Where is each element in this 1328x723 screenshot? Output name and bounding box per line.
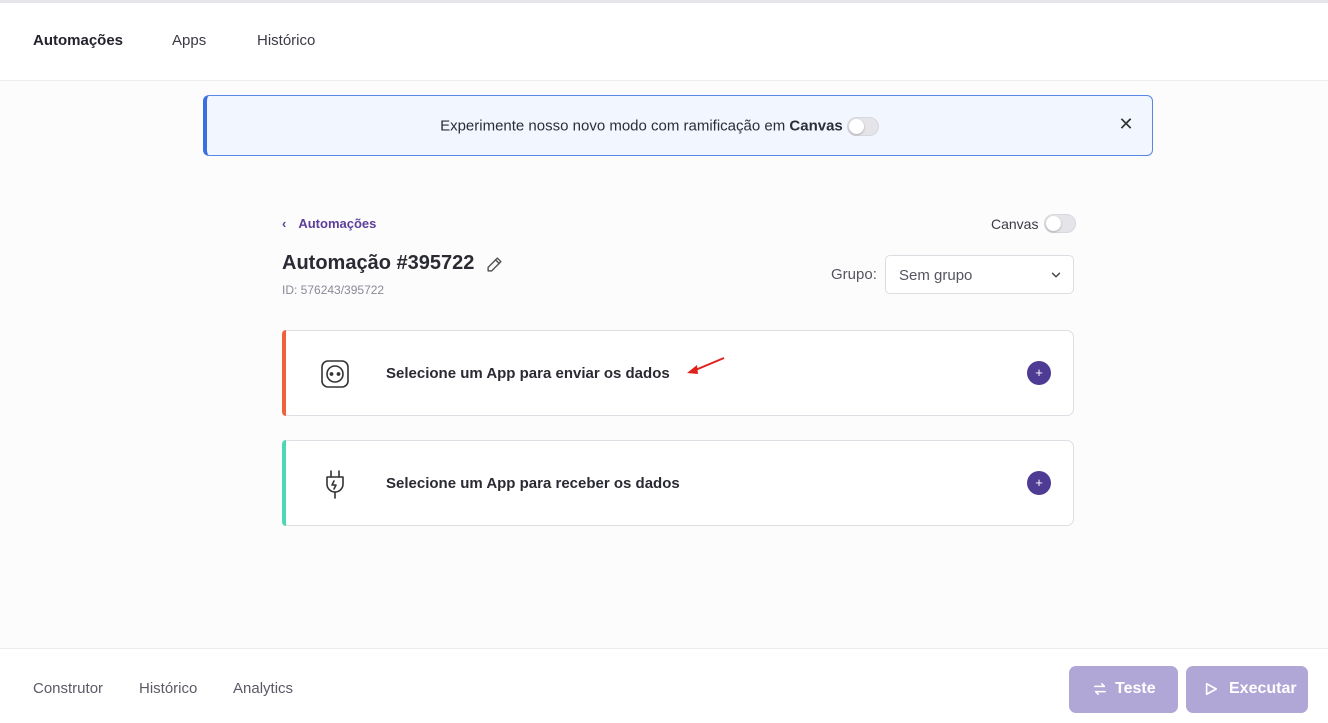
chevron-left-icon: ‹ xyxy=(282,216,287,231)
back-link[interactable]: ‹ Automações xyxy=(282,216,376,231)
canvas-promo-banner: Experimente nosso novo modo com ramifica… xyxy=(203,95,1153,156)
nav-tab-historico[interactable]: Histórico xyxy=(257,32,315,49)
add-trigger-button[interactable]: + xyxy=(1027,361,1051,385)
banner-highlight: Canvas xyxy=(789,117,843,135)
footer-tab-analytics[interactable]: Analytics xyxy=(233,680,293,697)
step-accent-bar xyxy=(282,330,286,416)
page-title: Automação #395722 xyxy=(282,252,475,274)
canvas-mode-switch: Canvas xyxy=(991,214,1077,233)
nav-tab-automacoes[interactable]: Automações xyxy=(33,32,123,49)
automation-id: ID: 576243/395722 xyxy=(282,283,385,297)
footer-tab-historico[interactable]: Histórico xyxy=(139,680,197,697)
banner-text: Experimente nosso novo modo com ramifica… xyxy=(440,117,786,135)
toggle-knob xyxy=(848,119,864,134)
socket-icon xyxy=(321,360,349,388)
close-icon[interactable]: ✕ xyxy=(1115,113,1137,135)
step-accent-bar xyxy=(282,440,286,526)
annotation-arrow-icon xyxy=(687,357,725,374)
back-link-label: Automações xyxy=(298,216,377,231)
swap-icon xyxy=(1093,682,1107,696)
group-label: Grupo: xyxy=(831,266,877,283)
banner-message: Experimente nosso novo modo com ramifica… xyxy=(207,117,1152,136)
canvas-toggle[interactable] xyxy=(1044,214,1077,233)
trigger-step-label: Selecione um App para enviar os dados xyxy=(386,365,670,382)
test-button-label: Teste xyxy=(1115,680,1156,697)
footer-tab-construtor[interactable]: Construtor xyxy=(33,680,103,697)
canvas-label: Canvas xyxy=(991,215,1039,232)
group-select[interactable]: Sem grupo xyxy=(885,255,1074,294)
test-button[interactable]: Teste xyxy=(1069,666,1178,713)
action-step-card[interactable]: Selecione um App para receber os dados + xyxy=(282,440,1074,526)
toggle-knob xyxy=(1046,216,1062,231)
banner-canvas-toggle[interactable] xyxy=(846,117,879,136)
action-step-label: Selecione um App para receber os dados xyxy=(386,475,680,492)
pencil-icon[interactable] xyxy=(486,256,503,273)
footer-bar: Construtor Histórico Analytics Teste Exe… xyxy=(0,648,1328,723)
trigger-step-card[interactable]: Selecione um App para enviar os dados + xyxy=(282,330,1074,416)
plug-icon xyxy=(326,470,344,499)
chevron-down-icon xyxy=(1051,272,1061,278)
play-icon xyxy=(1205,682,1218,696)
run-button[interactable]: Executar xyxy=(1186,666,1308,713)
group-select-value: Sem grupo xyxy=(899,267,973,284)
top-navigation: Automações Apps Histórico xyxy=(0,3,1328,81)
nav-tab-apps[interactable]: Apps xyxy=(172,32,206,49)
run-button-label: Executar xyxy=(1229,680,1297,697)
add-action-button[interactable]: + xyxy=(1027,471,1051,495)
